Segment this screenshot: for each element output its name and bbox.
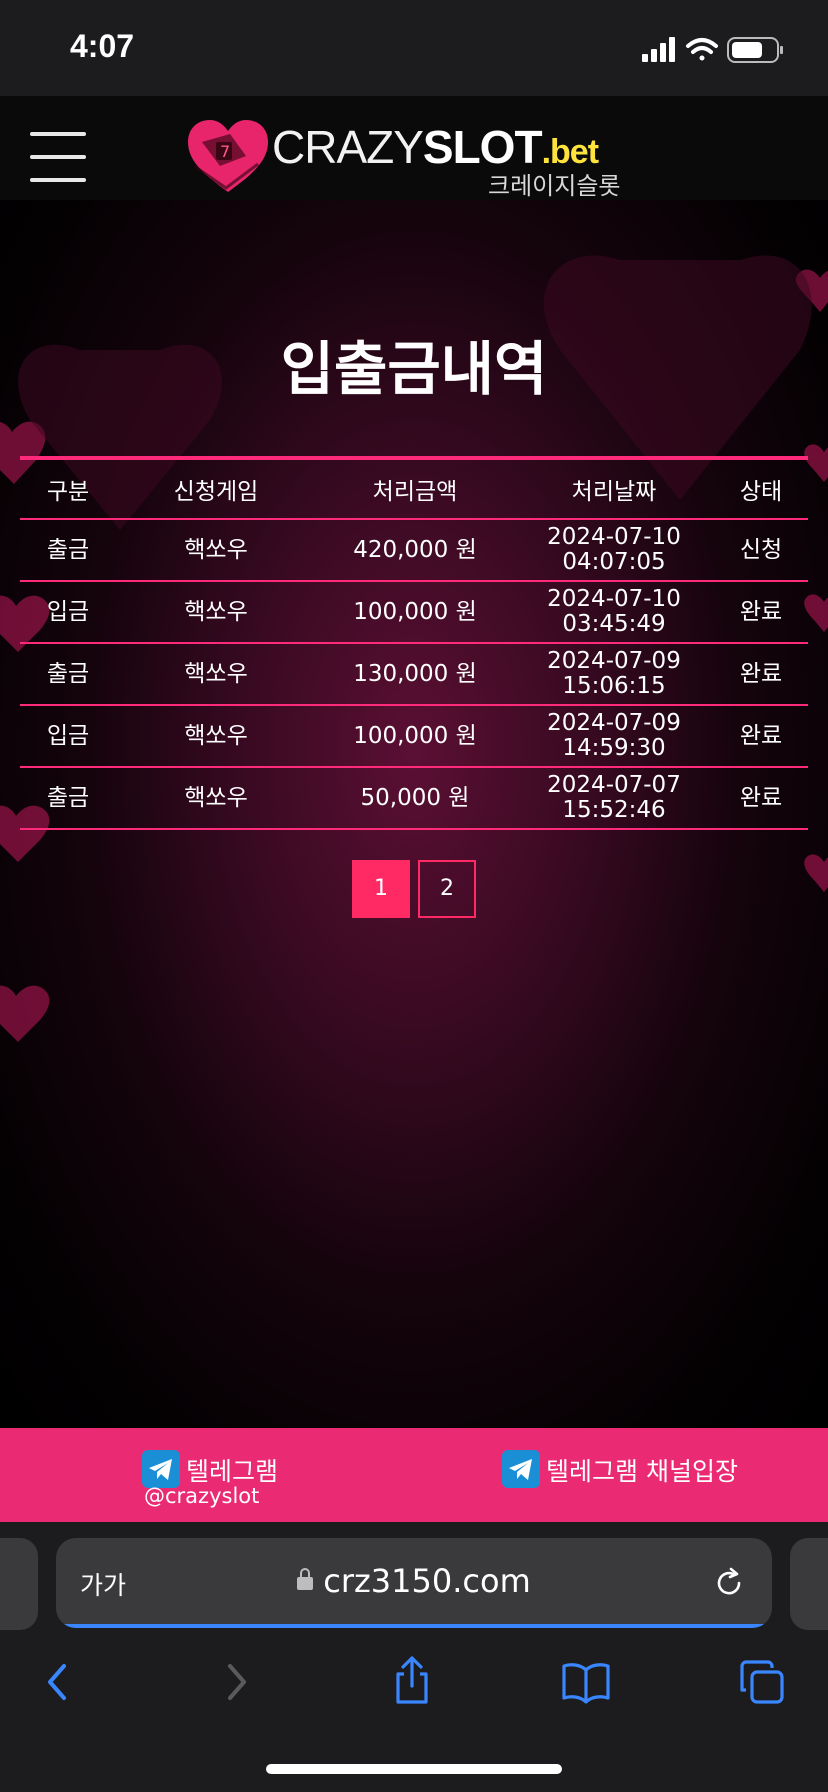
page-button-1[interactable]: 1 (352, 860, 410, 918)
url-display: crz3150.com (56, 1562, 772, 1600)
table-row: 출금 핵쏘우 50,000 원 2024-07-07 15:52:46 완료 (20, 767, 808, 830)
browser-chrome: 가가 crz3150.com (0, 1522, 828, 1792)
header-type: 구분 (20, 458, 116, 520)
menu-icon-bar (30, 155, 86, 159)
telegram-bar: 텔레그램 @crazyslot 텔레그램 채널입장 (0, 1428, 828, 1522)
telegram-handle: @crazyslot (144, 1484, 260, 1508)
cell-date-time: 03:45:49 (562, 611, 666, 637)
menu-icon-bar (30, 178, 86, 182)
status-icons (642, 37, 783, 63)
cell-game: 핵쏘우 (116, 767, 316, 830)
cell-amount: 100,000 원 (316, 705, 514, 768)
site-header: 7 CRAZYSLOT.bet 크레이지슬롯 (0, 96, 828, 200)
battery-icon (727, 37, 783, 63)
lock-icon (297, 1567, 314, 1590)
cellular-signal-icon (642, 37, 675, 62)
load-progress-bar (56, 1624, 772, 1628)
cell-date-day: 2024-07-09 (547, 648, 681, 674)
cell-amount: 100,000 원 (316, 581, 514, 644)
cell-type: 출금 (20, 643, 116, 706)
cell-amount: 130,000 원 (316, 643, 514, 706)
cell-amount: 420,000 원 (316, 519, 514, 582)
logo-crazy: CRAZY (272, 121, 424, 173)
cell-date: 2024-07-10 03:45:49 (514, 581, 714, 644)
cell-status: 신청 (714, 519, 808, 582)
cell-game: 핵쏘우 (116, 705, 316, 768)
telegram-label: 텔레그램 (186, 1457, 279, 1486)
table-row: 출금 핵쏘우 130,000 원 2024-07-09 15:06:15 완료 (20, 643, 808, 706)
cell-date-day: 2024-07-09 (547, 710, 681, 736)
menu-button[interactable] (30, 132, 86, 182)
site-logo[interactable]: 7 CRAZYSLOT.bet 크레이지슬롯 (186, 116, 646, 200)
cell-game: 핵쏘우 (116, 519, 316, 582)
cell-date-time: 15:52:46 (562, 797, 666, 823)
address-bar[interactable]: 가가 crz3150.com (56, 1538, 772, 1628)
cell-type: 출금 (20, 519, 116, 582)
header-amount: 처리금액 (316, 458, 514, 520)
cell-type: 입금 (20, 705, 116, 768)
home-indicator (266, 1764, 562, 1774)
telegram-contact-link[interactable]: 텔레그램 @crazyslot (142, 1450, 302, 1508)
wifi-icon (686, 38, 718, 61)
cell-date-day: 2024-07-07 (547, 772, 681, 798)
cell-type: 출금 (20, 767, 116, 830)
cell-status: 완료 (714, 767, 808, 830)
logo-subtitle: 크레이지슬롯 (488, 172, 621, 200)
cell-game: 핵쏘우 (116, 581, 316, 644)
menu-icon-bar (30, 132, 86, 136)
telegram-channel-label: 텔레그램 채널입장 (546, 1457, 738, 1486)
cell-date-time: 15:06:15 (562, 673, 666, 699)
cell-date-day: 2024-07-10 (547, 586, 681, 612)
status-time: 4:07 (70, 28, 135, 64)
cell-type: 입금 (20, 581, 116, 644)
table-header-row: 구분 신청게임 처리금액 처리날짜 상태 (20, 458, 808, 520)
browser-toolbar (0, 1652, 828, 1718)
cell-date: 2024-07-10 04:07:05 (514, 519, 714, 582)
telegram-icon (502, 1450, 540, 1488)
table-row: 입금 핵쏘우 100,000 원 2024-07-10 03:45:49 완료 (20, 581, 808, 644)
status-bar: 4:07 (0, 0, 828, 96)
header-status: 상태 (714, 458, 808, 520)
cell-date: 2024-07-09 14:59:30 (514, 705, 714, 768)
table-row: 출금 핵쏘우 420,000 원 2024-07-10 04:07:05 신청 (20, 519, 808, 582)
cell-status: 완료 (714, 581, 808, 644)
forward-icon[interactable] (206, 1652, 266, 1712)
cell-date-time: 14:59:30 (562, 735, 666, 761)
header-date: 처리날짜 (514, 458, 714, 520)
transaction-history-table: 구분 신청게임 처리금액 처리날짜 상태 출금 핵쏘우 420,000 원 20… (20, 456, 808, 830)
telegram-icon (142, 1450, 180, 1488)
page-button-2[interactable]: 2 (418, 860, 476, 918)
cell-amount: 50,000 원 (316, 767, 514, 830)
cell-date-time: 04:07:05 (562, 549, 666, 575)
pagination: 12 (0, 860, 828, 918)
main-content: 입출금내역 구분 신청게임 처리금액 처리날짜 상태 출금 핵쏘우 420,00… (0, 200, 828, 1428)
reload-icon[interactable] (712, 1566, 746, 1600)
cell-status: 완료 (714, 705, 808, 768)
bookmarks-icon[interactable] (556, 1652, 616, 1712)
cell-date: 2024-07-09 15:06:15 (514, 643, 714, 706)
cell-date: 2024-07-07 15:52:46 (514, 767, 714, 830)
telegram-channel-link[interactable]: 텔레그램 채널입장 (502, 1450, 742, 1506)
cell-game: 핵쏘우 (116, 643, 316, 706)
share-icon[interactable] (382, 1652, 442, 1712)
previous-tab-peek[interactable] (0, 1538, 38, 1630)
back-icon[interactable] (28, 1652, 88, 1712)
cell-date-day: 2024-07-10 (547, 524, 681, 550)
svg-text:7: 7 (220, 142, 230, 161)
cell-status: 완료 (714, 643, 808, 706)
heart-slot-logo-icon: 7 (188, 120, 268, 192)
url-text: crz3150.com (323, 1562, 531, 1600)
table-row: 입금 핵쏘우 100,000 원 2024-07-09 14:59:30 완료 (20, 705, 808, 768)
page-title: 입출금내역 (280, 335, 548, 403)
tabs-icon[interactable] (732, 1652, 792, 1712)
next-tab-peek[interactable] (790, 1538, 828, 1630)
header-game: 신청게임 (116, 458, 316, 520)
